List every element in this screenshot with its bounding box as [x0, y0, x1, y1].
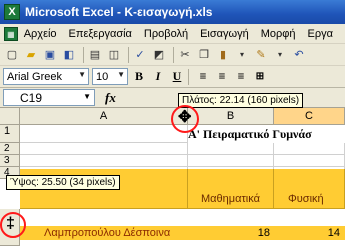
cell-b2[interactable] — [188, 143, 274, 155]
bold-button[interactable]: B — [131, 69, 147, 85]
window-title: Microsoft Excel - K-εισαγωγή.xls — [25, 5, 213, 19]
save-icon[interactable]: ▣ — [42, 47, 58, 63]
physics-grade: 14 — [327, 227, 340, 239]
menu-view[interactable]: Προβολή — [144, 28, 188, 40]
font-size-combo[interactable]: 10 ▼ — [92, 68, 128, 85]
cell-a1[interactable] — [20, 125, 188, 143]
row-height-tooltip: Ύψος: 25.50 (34 pixels) — [6, 175, 120, 190]
toolbar-separator — [173, 46, 174, 63]
select-all-corner[interactable] — [0, 108, 20, 125]
menu-edit[interactable]: Επεξεργασία — [69, 28, 132, 40]
spelling-icon[interactable]: ✓ — [132, 47, 148, 63]
excel-icon: X — [4, 4, 20, 20]
align-left-icon[interactable]: ≡ — [195, 69, 211, 85]
chevron-down-icon: ▼ — [117, 70, 125, 79]
name-box[interactable]: C19 ▼ — [3, 89, 95, 106]
column-header-b[interactable]: B — [188, 108, 274, 125]
student-name: Λαμπροπούλου Δέσποινα — [44, 227, 171, 239]
column-resize-cursor-icon[interactable]: ✥ — [178, 110, 191, 126]
align-center-icon[interactable]: ≡ — [214, 69, 230, 85]
cut-icon[interactable]: ✂ — [177, 47, 193, 63]
menu-bar: ▦ Αρχείο Επεξεργασία Προβολή Εισαγωγή Μο… — [0, 24, 345, 44]
cell-b3[interactable] — [188, 155, 274, 167]
permission-icon[interactable]: ◧ — [61, 47, 77, 63]
standard-toolbar: ▢ ▰ ▣ ◧ ▤ ◫ ✓ ◩ ✂ ❐ ▮ ▾ ✎ ▾ ↶ — [0, 44, 345, 66]
toolbar-separator — [83, 46, 84, 63]
cell-a3[interactable] — [20, 155, 188, 167]
chevron-down-icon: ▼ — [83, 92, 91, 101]
font-name-value: Arial Greek — [7, 70, 63, 83]
toolbar-separator — [188, 68, 189, 85]
insert-function-icon[interactable]: fx — [105, 90, 116, 106]
row-resize-cursor-icon[interactable]: ‡ — [6, 216, 15, 232]
paste-icon[interactable]: ▮ — [215, 47, 231, 63]
italic-button[interactable]: I — [150, 69, 166, 85]
cell-c3[interactable] — [274, 155, 345, 167]
format-painter-icon[interactable]: ✎ — [253, 47, 269, 63]
merge-center-icon[interactable]: ⊞ — [252, 69, 268, 85]
new-icon[interactable]: ▢ — [4, 47, 20, 63]
column-header-c[interactable]: C — [274, 108, 345, 125]
workbook-icon[interactable]: ▦ — [4, 26, 18, 41]
row-header-3[interactable]: 3 — [0, 155, 20, 167]
open-icon[interactable]: ▰ — [23, 47, 39, 63]
sheet-title: Α' Πειραματικό Γυμνάσ — [188, 127, 312, 141]
underline-button[interactable]: U — [169, 69, 185, 85]
subject-mathematics: Μαθηματικά — [201, 193, 260, 205]
subject-physics: Φυσική — [288, 193, 324, 205]
print-icon[interactable]: ▤ — [87, 47, 103, 63]
menu-file[interactable]: Αρχείο — [24, 28, 57, 40]
formatting-toolbar: Arial Greek ▼ 10 ▼ B I U ≡ ≡ ≡ ⊞ — [0, 66, 345, 88]
cell-a2[interactable] — [20, 143, 188, 155]
align-right-icon[interactable]: ≡ — [233, 69, 249, 85]
title-bar: X Microsoft Excel - K-εισαγωγή.xls — [0, 0, 345, 24]
menu-format[interactable]: Μορφή — [261, 28, 296, 40]
cell-c2[interactable] — [274, 143, 345, 155]
menu-insert[interactable]: Εισαγωγή — [200, 28, 249, 40]
row-header-2[interactable]: 2 — [0, 143, 20, 155]
research-icon[interactable]: ◩ — [151, 47, 167, 63]
font-size-value: 10 — [96, 70, 109, 83]
math-grade: 18 — [257, 227, 270, 239]
cell-reference: C19 — [20, 90, 43, 105]
chevron-down-icon: ▼ — [78, 70, 86, 79]
print-preview-icon[interactable]: ◫ — [106, 47, 122, 63]
toolbar-separator — [128, 46, 129, 63]
font-name-combo[interactable]: Arial Greek ▼ — [3, 68, 89, 85]
paste-dropdown-icon[interactable]: ▾ — [234, 47, 250, 63]
column-width-tooltip: Πλάτος: 22.14 (160 pixels) — [178, 93, 304, 108]
more-buttons-icon[interactable]: ↶ — [291, 47, 307, 63]
column-header-a[interactable]: A — [20, 108, 188, 125]
row-header-1[interactable]: 1 — [0, 125, 20, 143]
undo-icon[interactable]: ▾ — [272, 47, 288, 63]
excel-window: X Microsoft Excel - K-εισαγωγή.xls ▦ Αρχ… — [0, 0, 345, 246]
copy-icon[interactable]: ❐ — [196, 47, 212, 63]
menu-tools[interactable]: Εργα — [308, 28, 333, 40]
